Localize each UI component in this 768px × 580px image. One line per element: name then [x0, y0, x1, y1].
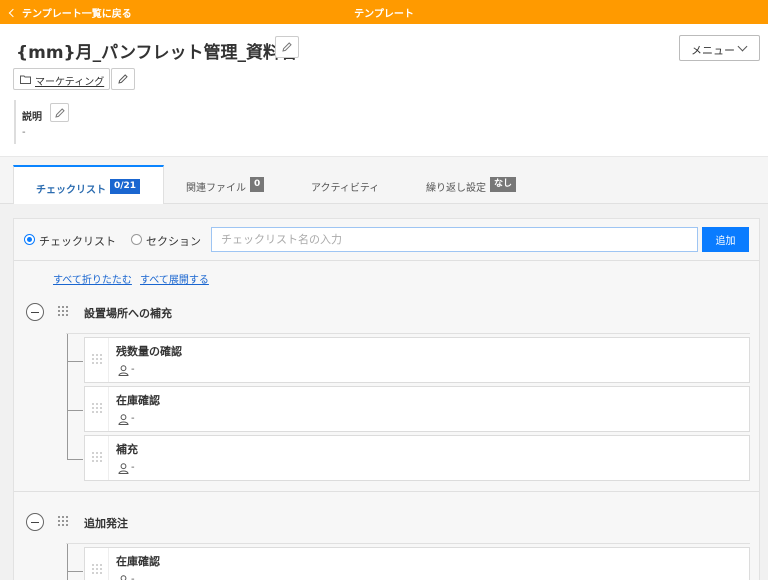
section-1-title: 設置場所への補充 [84, 307, 172, 320]
template-header: {mm}月_パンフレット管理_資料名 メニュー マーケティング 説明 - [0, 24, 768, 156]
tree-branch [67, 361, 83, 362]
menu-button-label: メニュー [691, 44, 735, 57]
tree-line [67, 334, 68, 460]
person-icon [118, 365, 129, 376]
edit-folder-button[interactable] [111, 68, 135, 90]
section-1-divider [66, 333, 750, 334]
pencil-icon [55, 108, 65, 118]
tab-checklist-label: チェックリスト [36, 185, 106, 196]
pencil-icon [282, 42, 292, 52]
drag-grip-icon[interactable] [85, 387, 109, 431]
tab-recurrence-label: 繰り返し設定 [426, 183, 486, 194]
tab-files-badge: 0 [250, 177, 265, 192]
drag-grip-icon[interactable] [85, 548, 109, 580]
checklist-item-assignee: - [131, 462, 135, 473]
radio-section-dot [131, 234, 142, 245]
section-2-title: 追加発注 [84, 517, 128, 530]
description-label: 説明 [22, 112, 42, 123]
tab-activity[interactable]: アクティビティ [296, 165, 396, 205]
person-icon [118, 463, 129, 474]
description-accent-bar [14, 100, 16, 144]
folder-link[interactable]: マーケティング [13, 68, 110, 90]
tree-line [67, 544, 68, 580]
checklist-item-name: 残数量の確認 [116, 345, 182, 358]
tree-branch [67, 459, 83, 460]
template-title: {mm}月_パンフレット管理_資料名 [16, 43, 297, 63]
checklist-name-input[interactable] [211, 227, 698, 252]
divider [14, 260, 759, 261]
tab-files[interactable]: 関連ファイル 0 [170, 165, 280, 205]
tab-recurrence[interactable]: 繰り返し設定 なし [412, 165, 542, 205]
drag-grip-icon[interactable] [85, 338, 109, 382]
checklist-item[interactable]: 残数量の確認 - [84, 337, 750, 383]
radio-checklist-label: チェックリスト [39, 235, 116, 248]
menu-button[interactable]: メニュー [679, 35, 760, 61]
checklist-item-name: 在庫確認 [116, 555, 160, 568]
edit-description-button[interactable] [50, 103, 69, 122]
pencil-icon [118, 74, 128, 84]
checklist-item-assignee: - [131, 574, 135, 580]
checklist-item[interactable]: 補充 - [84, 435, 750, 481]
tree-branch [67, 410, 83, 411]
section-2-divider [66, 543, 750, 544]
person-icon [118, 414, 129, 425]
person-icon [120, 575, 127, 580]
expand-all-link[interactable]: すべて展開する [140, 271, 209, 286]
checklist-item[interactable]: 在庫確認 - [84, 547, 750, 580]
add-button[interactable]: 追加 [702, 227, 749, 252]
tab-checklist[interactable]: チェックリスト 0/21 [13, 165, 164, 206]
page-title-bar: テンプレート [354, 9, 414, 20]
edit-title-button[interactable] [275, 36, 299, 58]
radio-checklist-dot [24, 234, 35, 245]
radio-section-label: セクション [146, 235, 201, 248]
section-1-collapse-button[interactable] [26, 303, 44, 321]
top-bar: テンプレート一覧に戻る テンプレート [0, 0, 768, 24]
tab-recurrence-badge: なし [490, 177, 517, 192]
tab-files-label: 関連ファイル [186, 183, 246, 194]
tab-checklist-badge: 0/21 [110, 179, 141, 194]
tree-branch [67, 571, 83, 572]
drag-grip-icon[interactable] [58, 306, 70, 316]
tab-activity-label: アクティビティ [311, 183, 380, 194]
checklist-item-assignee: - [131, 413, 135, 424]
section-2-collapse-button[interactable] [26, 513, 44, 531]
folder-icon [20, 75, 31, 84]
checklist-item[interactable]: 在庫確認 - [84, 386, 750, 432]
drag-grip-icon[interactable] [58, 516, 70, 526]
collapse-all-link[interactable]: すべて折りたたむ [53, 271, 132, 286]
chevron-down-icon [737, 41, 748, 52]
divider [14, 491, 759, 492]
folder-name: マーケティング [35, 77, 105, 88]
tab-bar: チェックリスト 0/21 関連ファイル 0 アクティビティ 繰り返し設定 なし [0, 156, 768, 206]
description-value: - [22, 127, 26, 138]
drag-grip-icon[interactable] [85, 436, 109, 480]
checklist-item-name: 補充 [116, 443, 138, 456]
checklist-item-name: 在庫確認 [116, 394, 160, 407]
checklist-item-assignee: - [131, 364, 135, 375]
